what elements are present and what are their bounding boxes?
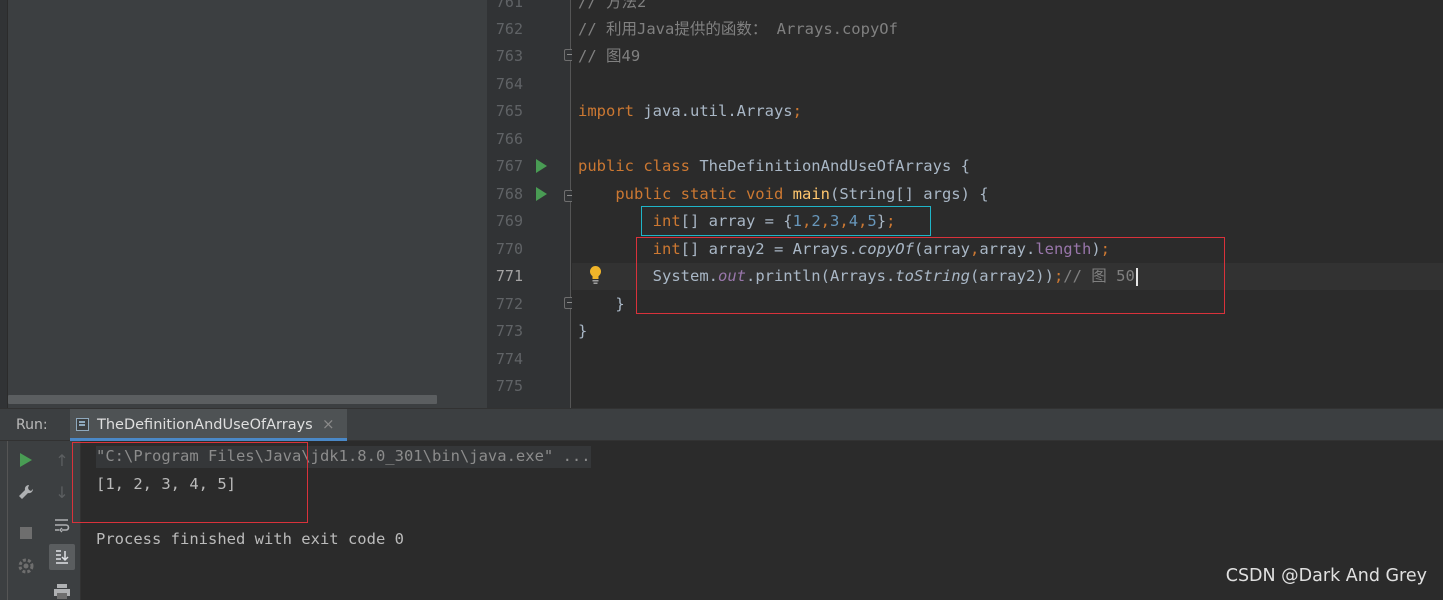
stop-icon: [20, 527, 32, 539]
code-line-772: }: [578, 294, 625, 314]
scroll-up-button[interactable]: ↑: [50, 448, 74, 472]
line-number: 774: [495, 350, 523, 368]
line-number: 765: [495, 102, 523, 120]
keyword: import: [578, 102, 634, 120]
line-number: 775: [495, 377, 523, 395]
lightbulb-icon[interactable]: [589, 265, 602, 285]
close-icon[interactable]: ×: [322, 415, 335, 433]
rerun-button[interactable]: [14, 448, 38, 472]
line-number: 767: [495, 157, 523, 175]
scroll-to-end-icon: [56, 550, 69, 564]
printer-icon: [54, 584, 70, 599]
line-number: 766: [495, 130, 523, 148]
line-number: 764: [495, 75, 523, 93]
project-horizontal-scrollbar[interactable]: [8, 395, 437, 404]
arrow-down-icon: ↓: [55, 482, 69, 502]
gear-icon: [18, 558, 34, 574]
code-text: java.util.Arrays: [634, 102, 793, 120]
project-panel: [8, 0, 487, 408]
highlight-box-array-declaration: [641, 206, 931, 236]
line-number: 768: [495, 185, 523, 203]
soft-wrap-icon: [55, 519, 70, 533]
left-tool-strip-bottom: [0, 441, 8, 600]
left-tool-strip: [0, 0, 8, 408]
code-line-761: // 方法2: [578, 0, 647, 11]
line-number-current: 771: [495, 267, 523, 285]
run-panel-header: Run: TheDefinitionAndUseOfArrays ×: [0, 408, 1443, 441]
line-number: 772: [495, 295, 523, 313]
stop-button[interactable]: [14, 521, 38, 545]
code-line-773: }: [578, 321, 587, 341]
console-exit-message: Process finished with exit code 0: [96, 530, 404, 548]
keyword: public class: [578, 157, 690, 175]
keyword: public static void: [615, 185, 784, 203]
scroll-to-end-button[interactable]: [49, 544, 75, 570]
code-editor[interactable]: // 方法2 // 利用Java提供的函数： Arrays.copyOf // …: [572, 0, 1443, 408]
watermark: CSDN @Dark And Grey: [1225, 566, 1427, 586]
line-number: 762: [495, 20, 523, 38]
print-button[interactable]: [50, 579, 74, 600]
run-main-icon[interactable]: [536, 187, 547, 201]
settings-button[interactable]: [14, 480, 38, 504]
editor-gutter: 761 762 763 764 765 766 767 768 769 770 …: [487, 0, 575, 408]
code-line-768: public static void main(String[] args) {: [578, 184, 989, 204]
code-text: TheDefinitionAndUseOfArrays {: [689, 157, 970, 175]
highlight-box-copy-code: [636, 237, 1225, 314]
code-text: }: [615, 295, 625, 313]
wrench-icon: [19, 484, 34, 499]
line-number: 761: [495, 0, 523, 11]
code-line-767: public class TheDefinitionAndUseOfArrays…: [578, 156, 970, 176]
soft-wrap-button[interactable]: [50, 513, 74, 537]
line-number: 773: [495, 322, 523, 340]
line-number: 769: [495, 212, 523, 230]
line-number: 763: [495, 47, 523, 65]
line-number: 770: [495, 240, 523, 258]
debug-settings-button[interactable]: [14, 554, 38, 578]
highlight-box-console-output: [72, 442, 308, 523]
code-text: }: [578, 322, 588, 340]
code-line-762: // 利用Java提供的函数： Arrays.copyOf: [578, 20, 898, 38]
run-tab[interactable]: TheDefinitionAndUseOfArrays ×: [70, 409, 347, 441]
code-line-765: import java.util.Arrays;: [578, 102, 802, 120]
code-line-763: // 图49: [578, 47, 641, 65]
play-icon: [20, 453, 32, 467]
scroll-down-button[interactable]: ↓: [50, 480, 74, 504]
arrow-up-icon: ↑: [55, 450, 69, 470]
method-name: main: [792, 185, 830, 203]
run-tab-title: TheDefinitionAndUseOfArrays: [97, 417, 313, 433]
run-class-icon[interactable]: [536, 159, 547, 173]
code-text: (String[] args) {: [829, 185, 989, 203]
console-icon: [76, 418, 89, 431]
run-label: Run:: [16, 417, 48, 433]
